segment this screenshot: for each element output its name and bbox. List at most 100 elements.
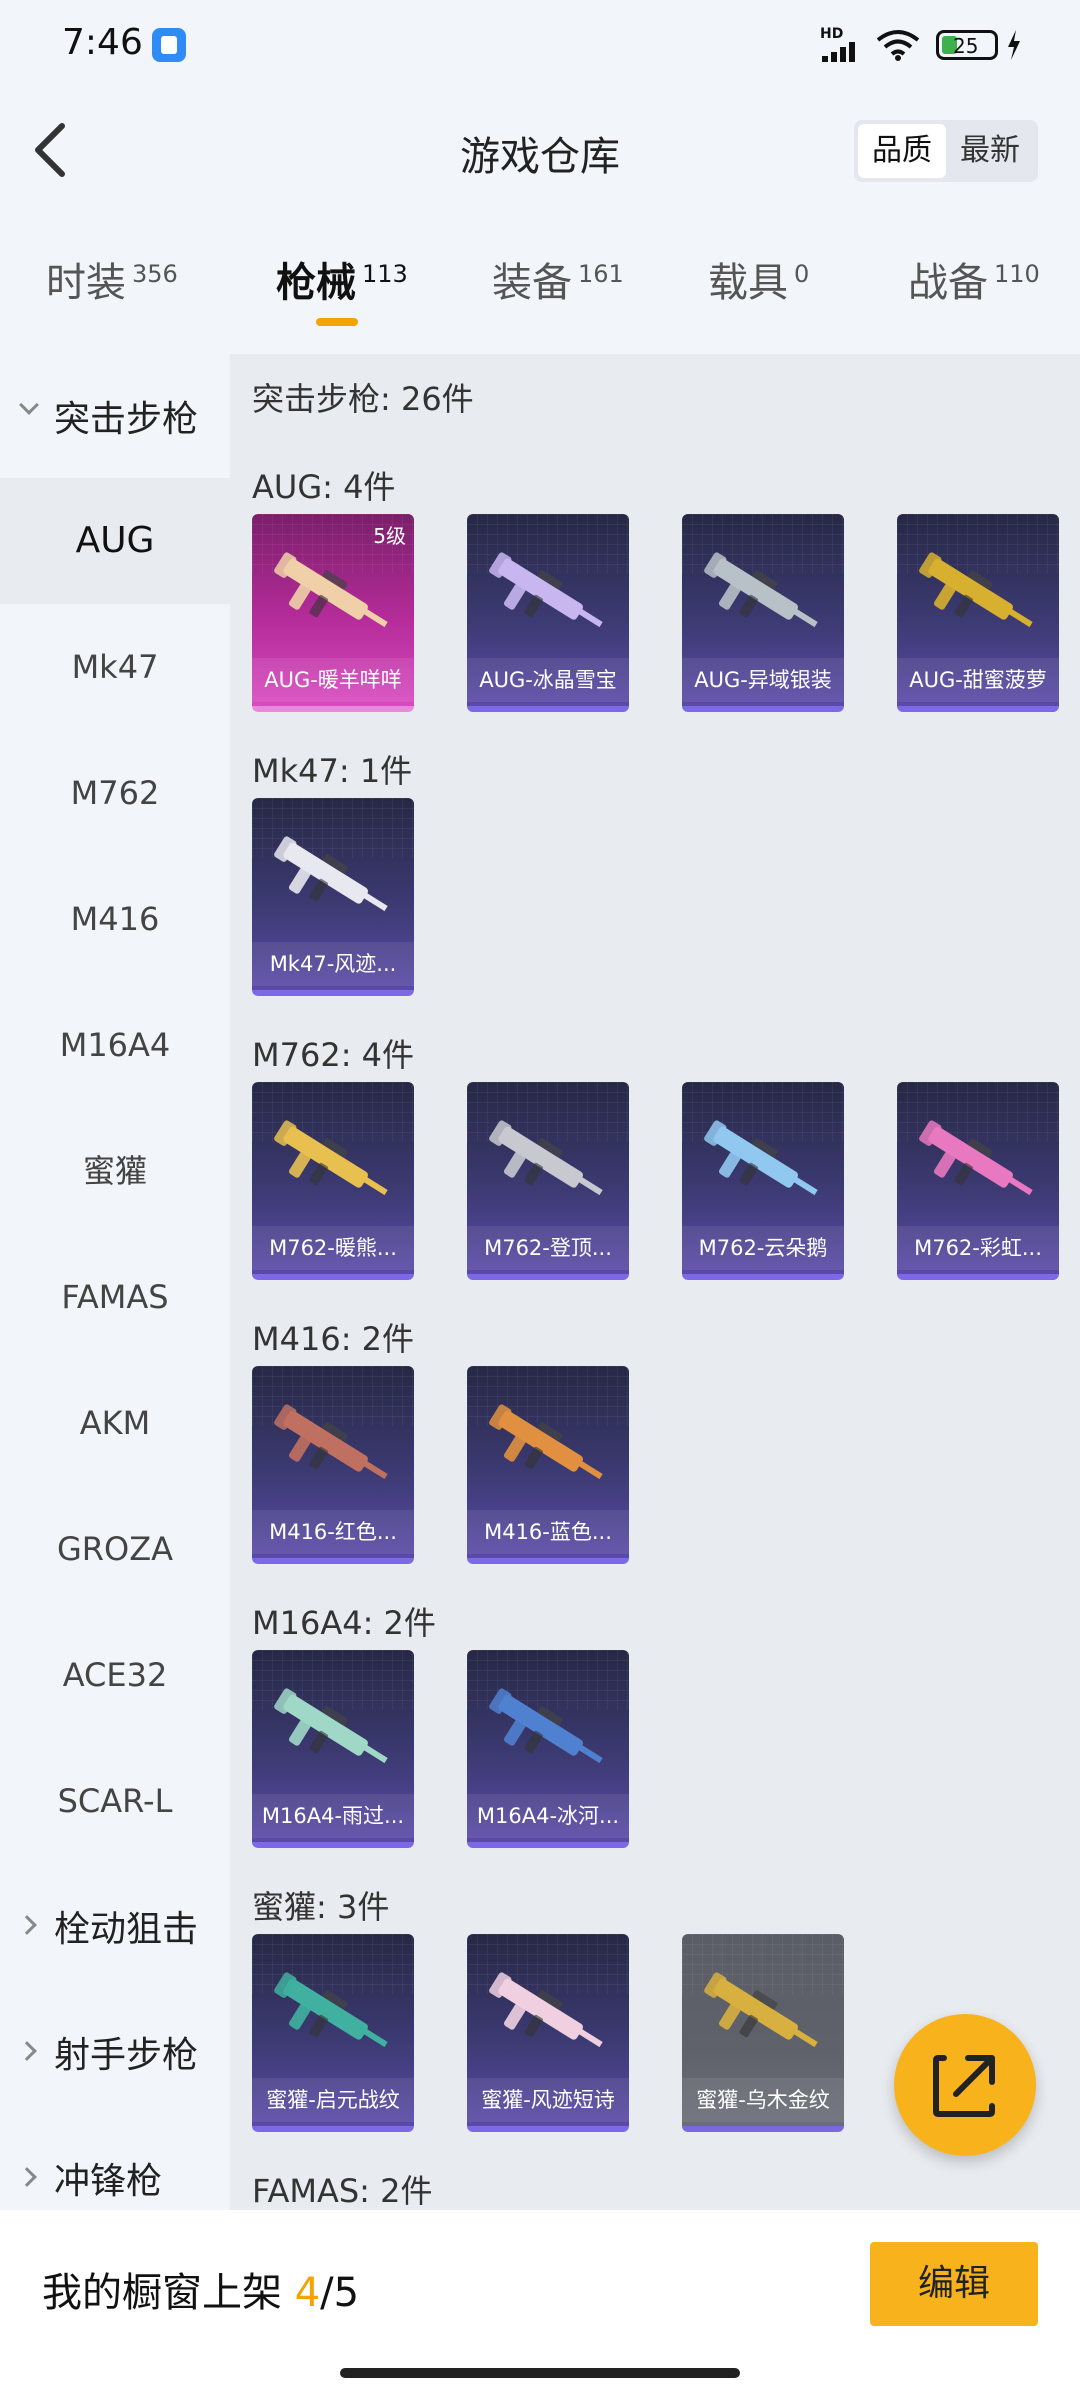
weapon-card[interactable]: 蜜獾-乌木金纹 <box>682 1934 844 2132</box>
weapon-card-name: M762-暖熊... <box>252 1226 414 1270</box>
weapon-card[interactable]: M416-红色... <box>252 1366 414 1564</box>
rifle-icon <box>919 552 1033 628</box>
weapon-card-name: M762-彩虹... <box>897 1226 1059 1270</box>
weapon-card[interactable]: M16A4-冰河... <box>467 1650 629 1848</box>
weapon-type-sidebar: 突击步枪 AUG Mk47 M762 M416 M16A4 蜜獾 FAMAS A… <box>0 354 230 2210</box>
rifle-icon <box>919 1120 1033 1196</box>
weapon-card[interactable]: M762-彩虹... <box>897 1082 1059 1280</box>
weapon-card-name: M762-云朵鹅 <box>682 1226 844 1270</box>
tab-vehicles[interactable]: 载具 0 <box>708 250 809 330</box>
sidebar-item-famas[interactable]: FAMAS <box>0 1234 230 1360</box>
weapon-card-name: 蜜獾-风迹短诗 <box>467 2078 629 2122</box>
weapon-card[interactable]: AUG-甜蜜菠萝 <box>897 514 1059 712</box>
showcase-prefix: 我的橱窗上架 <box>42 2270 295 2316</box>
weapon-card-name: AUG-异域银装 <box>682 658 844 702</box>
rifle-icon <box>704 1972 818 2048</box>
sidebar-item-aug[interactable]: AUG <box>0 478 230 604</box>
weapon-card[interactable]: AUG-异域银装 <box>682 514 844 712</box>
sidebar-item-akm[interactable]: AKM <box>0 1360 230 1486</box>
tab-equipment[interactable]: 装备 161 <box>492 250 624 330</box>
tab-label: 装备 <box>492 260 572 306</box>
category-tabs: 时装 356 枪械 113 装备 161 载具 0 战备 110 <box>0 250 1080 340</box>
tab-label: 枪械 <box>276 260 356 306</box>
sidebar-item-mk47[interactable]: Mk47 <box>0 604 230 730</box>
app-notification-icon <box>152 28 186 62</box>
weapon-card[interactable]: AUG-冰晶雪宝 <box>467 514 629 712</box>
weapon-card[interactable]: M416-蓝色... <box>467 1366 629 1564</box>
sidebar-group-bolt-sniper[interactable]: 栓动狙击 <box>0 1864 230 1984</box>
weapon-card[interactable]: M762-云朵鹅 <box>682 1082 844 1280</box>
weapon-card[interactable]: Mk47-风迹... <box>252 798 414 996</box>
rifle-icon <box>489 1972 603 2048</box>
edit-button[interactable]: 编辑 <box>870 2242 1038 2326</box>
showcase-current: 4 <box>294 2270 321 2316</box>
rifle-icon <box>489 1404 603 1480</box>
sidebar-item-m762[interactable]: M762 <box>0 730 230 856</box>
weapon-card-name: 蜜獾-乌木金纹 <box>682 2078 844 2122</box>
weapon-group-label: AUG: 4件 <box>252 468 396 506</box>
tab-label: 战备 <box>908 260 988 306</box>
weapon-card-name: M16A4-雨过... <box>252 1794 414 1838</box>
sidebar-item-groza[interactable]: GROZA <box>0 1486 230 1612</box>
rifle-icon <box>489 552 603 628</box>
tab-count: 113 <box>362 260 408 288</box>
sidebar-group-label: 冲锋枪 <box>54 2161 163 2202</box>
weapon-group-label: 蜜獾: 3件 <box>252 1888 390 1926</box>
sidebar-item-honey-badger[interactable]: 蜜獾 <box>0 1108 230 1234</box>
chevron-right-icon <box>17 2041 37 2061</box>
weapon-group-label: M762: 4件 <box>252 1036 415 1074</box>
showcase-total: /5 <box>320 2270 360 2316</box>
weapon-card[interactable]: M762-登顶... <box>467 1082 629 1280</box>
tab-fashion[interactable]: 时装 356 <box>46 250 178 330</box>
tab-label: 时装 <box>46 260 126 306</box>
tab-gear[interactable]: 战备 110 <box>908 250 1040 330</box>
home-indicator <box>340 2368 740 2378</box>
weapon-card[interactable]: M762-暖熊... <box>252 1082 414 1280</box>
wifi-icon <box>876 30 920 61</box>
sidebar-item-ace32[interactable]: ACE32 <box>0 1612 230 1738</box>
showcase-bar: 我的橱窗上架 4/5 编辑 <box>0 2210 1080 2400</box>
sort-newest-option[interactable]: 最新 <box>946 124 1034 178</box>
battery-level: 25 <box>953 34 979 58</box>
weapon-card[interactable]: 5级 AUG-暖羊咩咩 <box>252 514 414 712</box>
rifle-icon <box>704 1120 818 1196</box>
sort-toggle: 品质 最新 <box>854 120 1038 182</box>
weapon-card-name: AUG-冰晶雪宝 <box>467 658 629 702</box>
showcase-count: 我的橱窗上架 4/5 <box>42 2260 359 2318</box>
weapon-card-name: Mk47-风迹... <box>252 942 414 986</box>
sidebar-item-m16a4[interactable]: M16A4 <box>0 982 230 1108</box>
rifle-icon <box>274 1120 388 1196</box>
tab-count: 161 <box>578 260 624 288</box>
weapon-card-name: M416-蓝色... <box>467 1510 629 1554</box>
battery-icon: 25 <box>936 30 998 60</box>
weapon-card[interactable]: M16A4-雨过... <box>252 1650 414 1848</box>
category-header: 突击步枪: 26件 <box>252 380 474 418</box>
rifle-icon <box>274 836 388 912</box>
tab-count: 356 <box>132 260 178 288</box>
charging-icon <box>1008 30 1020 60</box>
weapon-group-label: FAMAS: 2件 <box>252 2172 433 2210</box>
sort-quality-option[interactable]: 品质 <box>858 124 946 178</box>
rifle-icon <box>274 552 388 628</box>
chevron-right-icon <box>17 1915 37 1935</box>
weapon-list: 突击步枪: 26件 AUG: 4件 5级 AUG-暖羊咩咩 AUG-冰晶雪宝 AUG-异… <box>230 354 1080 2210</box>
status-bar: 7:46 HD 25 <box>0 0 1080 90</box>
weapon-card-name: 蜜獾-启元战纹 <box>252 2078 414 2122</box>
sidebar-item-m416[interactable]: M416 <box>0 856 230 982</box>
status-time: 7:46 <box>62 22 143 63</box>
weapon-card[interactable]: 蜜獾-启元战纹 <box>252 1934 414 2132</box>
tab-count: 110 <box>994 260 1040 288</box>
weapon-card[interactable]: 蜜獾-风迹短诗 <box>467 1934 629 2132</box>
sidebar-item-scar-l[interactable]: SCAR-L <box>0 1738 230 1864</box>
chevron-right-icon <box>17 2167 37 2187</box>
sidebar-group-marksman[interactable]: 射手步枪 <box>0 1990 230 2110</box>
weapon-card-name: M416-红色... <box>252 1510 414 1554</box>
rifle-icon <box>489 1688 603 1764</box>
sidebar-group-label: 栓动狙击 <box>54 1909 199 1950</box>
weapon-card-name: M762-登顶... <box>467 1226 629 1270</box>
rifle-icon <box>489 1120 603 1196</box>
share-button[interactable] <box>894 2014 1036 2156</box>
rifle-icon <box>704 552 818 628</box>
sidebar-group-assault-rifle[interactable]: 突击步枪 <box>0 354 230 474</box>
chevron-down-icon <box>19 395 39 415</box>
